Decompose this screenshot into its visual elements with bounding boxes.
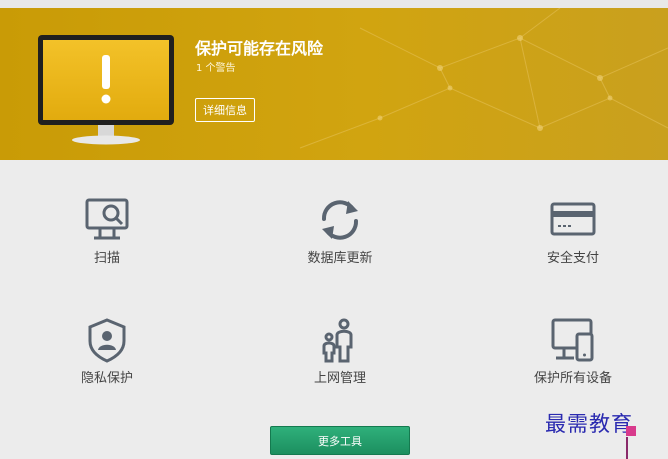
alert-title: 保护可能存在风险 (195, 39, 324, 58)
scan-monitor-icon (85, 198, 129, 240)
tool-all-devices[interactable]: 保护所有设备 (483, 317, 663, 407)
text-cursor-icon (626, 426, 636, 459)
tool-database-update-label: 数据库更新 (307, 251, 373, 266)
details-button[interactable]: 详细信息 (195, 98, 255, 122)
tool-scan[interactable]: 扫描 (17, 197, 197, 287)
tool-secure-payment[interactable]: 安全支付 (483, 197, 663, 287)
status-banner: 保护可能存在风险 1 个警告 详细信息 (0, 8, 668, 160)
warning-monitor-icon (38, 35, 174, 145)
tool-all-devices-label: 保护所有设备 (533, 371, 612, 386)
tool-parental-control[interactable]: 上网管理 (250, 317, 430, 407)
tool-scan-label: 扫描 (93, 251, 120, 266)
more-tools-button[interactable]: 更多工具 (270, 426, 410, 455)
refresh-icon (322, 200, 358, 240)
credit-card-icon (550, 202, 596, 236)
privacy-shield-icon (88, 318, 126, 363)
devices-icon (551, 318, 594, 362)
tool-database-update[interactable]: 数据库更新 (250, 197, 430, 287)
alert-subtitle: 1 个警告 (196, 63, 236, 74)
parental-control-icon (322, 318, 353, 363)
tool-secure-payment-label: 安全支付 (546, 251, 599, 266)
tool-privacy-label: 隐私保护 (80, 371, 133, 386)
watermark-text: 最需教育 (545, 412, 633, 436)
tool-parental-control-label: 上网管理 (313, 371, 366, 386)
tool-privacy[interactable]: 隐私保护 (17, 317, 197, 407)
